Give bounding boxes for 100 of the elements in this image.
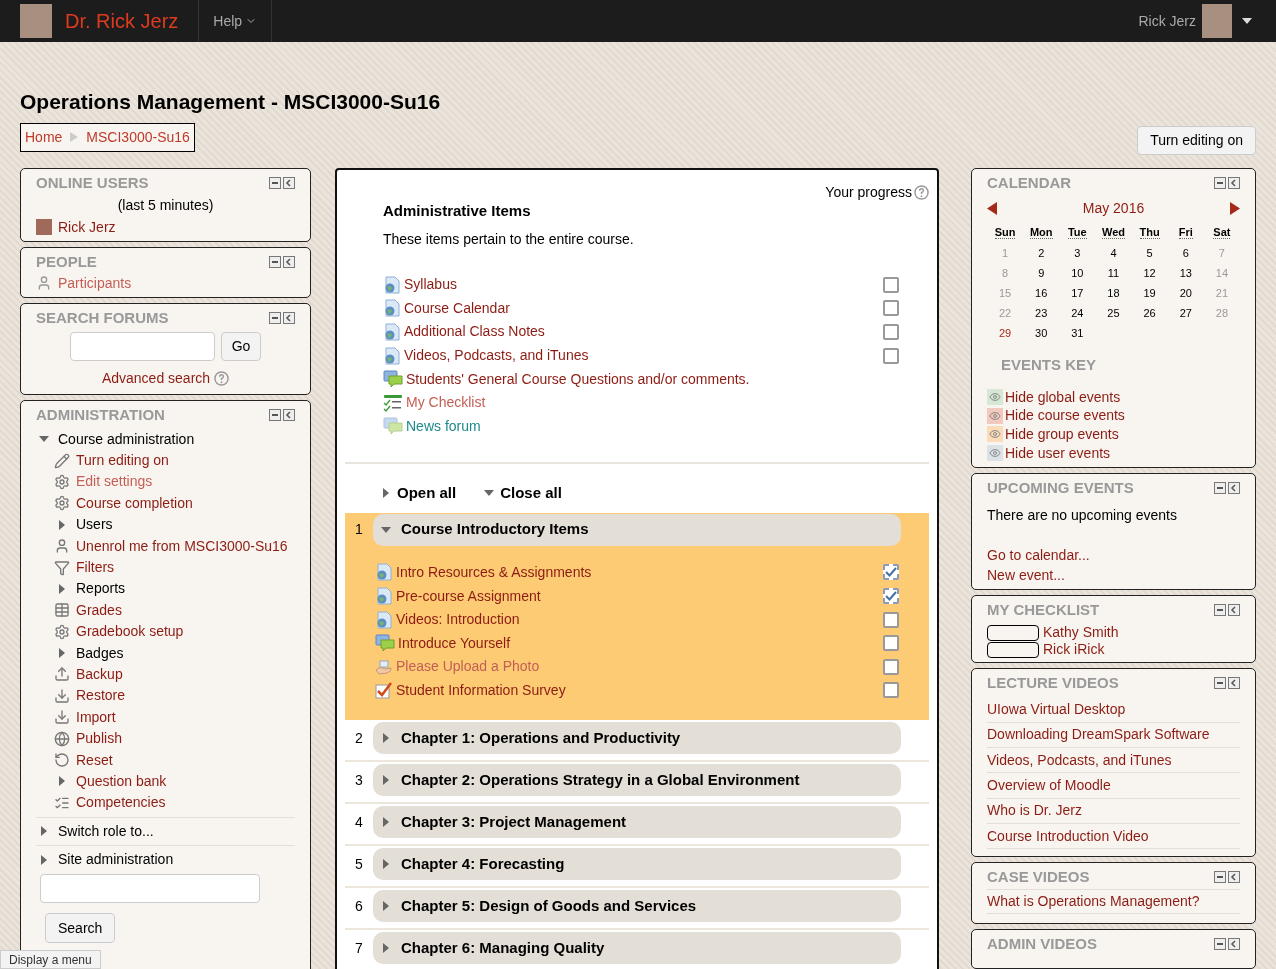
- calendar-day[interactable]: 13: [1179, 265, 1192, 282]
- dock-icon[interactable]: [1228, 871, 1240, 884]
- activity-link[interactable]: Introduce Yourself: [398, 632, 511, 654]
- video-link[interactable]: What is Operations Management?: [987, 891, 1200, 913]
- dock-icon[interactable]: [1228, 176, 1240, 189]
- dock-icon[interactable]: [1228, 938, 1240, 951]
- calendar-day[interactable]: 9: [1038, 265, 1045, 282]
- activity-link[interactable]: Student Information Survey: [396, 679, 566, 701]
- completion-checkbox[interactable]: [883, 658, 899, 675]
- admin-menu-item[interactable]: Import: [76, 706, 116, 728]
- search-forums-field[interactable]: [69, 331, 215, 361]
- help-menu[interactable]: Help: [213, 10, 258, 32]
- admin-menu-item[interactable]: Unenrol me from MSCI3000-Su16: [76, 535, 288, 557]
- admin-menu-item[interactable]: Reset: [76, 749, 113, 771]
- calendar-day[interactable]: 30: [1035, 325, 1048, 342]
- calendar-day[interactable]: 4: [1110, 245, 1117, 262]
- calendar-day[interactable]: 19: [1143, 285, 1156, 302]
- section-header[interactable]: Chapter 3: Project Management: [373, 806, 901, 839]
- admin-search-field[interactable]: [40, 874, 260, 904]
- video-link[interactable]: Course Introduction Video: [987, 825, 1149, 847]
- admin-menu-item[interactable]: Gradebook setup: [76, 621, 184, 643]
- admin-menu-item[interactable]: Course completion: [76, 492, 193, 514]
- calendar-day[interactable]: 26: [1143, 305, 1156, 322]
- calendar-day[interactable]: 29: [998, 325, 1012, 342]
- video-link[interactable]: Videos, Podcasts, and iTunes: [987, 749, 1172, 771]
- minimize-icon[interactable]: [269, 255, 281, 268]
- hide-events-link[interactable]: Hide group events: [1005, 424, 1119, 445]
- activity-link[interactable]: News forum: [406, 415, 481, 437]
- admin-menu-item[interactable]: Badges: [76, 642, 124, 664]
- next-month-icon[interactable]: [1230, 201, 1240, 215]
- minimize-icon[interactable]: [1214, 604, 1226, 617]
- admin-menu-item[interactable]: Restore: [76, 685, 126, 707]
- breadcrumb-link[interactable]: MSCI3000-Su16: [86, 126, 190, 148]
- calendar-link[interactable]: Go to calendar...: [987, 547, 1090, 564]
- dock-icon[interactable]: [1228, 677, 1240, 690]
- minimize-icon[interactable]: [269, 408, 281, 421]
- video-link[interactable]: UIowa Virtual Desktop: [987, 699, 1126, 720]
- calendar-link[interactable]: New event...: [987, 567, 1065, 584]
- caret-icon[interactable]: [381, 488, 391, 499]
- completion-checkbox[interactable]: [883, 611, 899, 628]
- help-icon[interactable]: [214, 370, 230, 386]
- calendar-day[interactable]: 24: [1071, 305, 1084, 322]
- activity-link[interactable]: Pre-course Assignment: [396, 585, 541, 607]
- search-button[interactable]: Search: [45, 913, 116, 944]
- dock-icon[interactable]: [283, 176, 295, 189]
- calendar-day[interactable]: 10: [1071, 265, 1084, 282]
- dock-icon[interactable]: [283, 311, 295, 324]
- calendar-day[interactable]: 23: [1035, 305, 1048, 322]
- calendar-day[interactable]: 31: [1071, 325, 1084, 342]
- section-header[interactable]: Chapter 6: Managing Quality: [373, 932, 901, 965]
- activity-link[interactable]: Course Calendar: [404, 297, 510, 319]
- completion-checkbox[interactable]: [883, 276, 899, 293]
- calendar-day[interactable]: 17: [1071, 285, 1084, 302]
- minimize-icon[interactable]: [1214, 871, 1226, 884]
- activity-link[interactable]: Additional Class Notes: [404, 321, 545, 343]
- section-header[interactable]: Course Introductory Items: [373, 513, 901, 546]
- admin-menu-item[interactable]: Publish: [76, 728, 122, 750]
- admin-menu-item[interactable]: Question bank: [76, 770, 167, 792]
- hide-events-link[interactable]: Hide course events: [1005, 405, 1125, 427]
- caret-icon[interactable]: [1242, 18, 1252, 24]
- admin-menu-item[interactable]: Edit settings: [76, 471, 153, 493]
- breadcrumb-link[interactable]: Home: [25, 126, 63, 148]
- calendar-day[interactable]: 2: [1038, 245, 1045, 262]
- site-name[interactable]: Dr. Rick Jerz: [65, 6, 179, 36]
- user-link[interactable]: Rick Jerz: [58, 216, 116, 238]
- admin-menu-item[interactable]: Switch role to...: [58, 820, 154, 842]
- admin-menu-item[interactable]: Course administration: [58, 428, 195, 450]
- calendar-day[interactable]: 3: [1074, 245, 1081, 262]
- calendar-day[interactable]: 16: [1035, 285, 1048, 302]
- admin-menu-item[interactable]: Competencies: [76, 792, 166, 814]
- calendar-day[interactable]: 5: [1146, 245, 1153, 262]
- user-name[interactable]: Rick Jerz: [1138, 10, 1196, 32]
- admin-menu-item[interactable]: Filters: [76, 557, 115, 579]
- activity-link[interactable]: Videos: Introduction: [396, 609, 520, 631]
- admin-menu-item[interactable]: Grades: [76, 599, 122, 621]
- advanced-search-link[interactable]: Advanced search: [101, 367, 211, 389]
- turn-editing-on-button[interactable]: Turn editing on: [1137, 125, 1256, 155]
- close-all-button[interactable]: Close all: [484, 482, 562, 505]
- completion-checkbox[interactable]: [883, 635, 899, 652]
- admin-menu-item[interactable]: Backup: [76, 664, 123, 685]
- video-link[interactable]: Who is Dr. Jerz: [987, 800, 1082, 822]
- activity-link[interactable]: Syllabus: [404, 274, 457, 296]
- video-link[interactable]: Downloading DreamSpark Software: [987, 724, 1210, 746]
- help-icon[interactable]: [914, 184, 929, 200]
- participants-link[interactable]: Participants: [58, 272, 132, 294]
- activity-link[interactable]: Intro Resources & Assignments: [396, 561, 592, 583]
- admin-menu-item[interactable]: Turn editing on: [76, 450, 169, 472]
- calendar-day[interactable]: 11: [1107, 265, 1120, 282]
- section-header[interactable]: Chapter 4: Forecasting: [373, 848, 901, 881]
- activity-link[interactable]: My Checklist: [406, 392, 486, 414]
- previous-month-icon[interactable]: [987, 201, 997, 215]
- activity-link[interactable]: Students' General Course Questions and/or comments.: [406, 368, 750, 390]
- completion-checkbox[interactable]: [883, 324, 899, 340]
- minimize-icon[interactable]: [1214, 482, 1226, 495]
- calendar-day[interactable]: 6: [1182, 245, 1189, 262]
- section-header[interactable]: Chapter 1: Operations and Productivity: [373, 722, 901, 755]
- minimize-icon[interactable]: [1214, 677, 1226, 690]
- activity-link[interactable]: Videos, Podcasts, and iTunes: [404, 345, 589, 367]
- hide-events-link[interactable]: Hide user events: [1005, 442, 1111, 464]
- admin-menu-item[interactable]: Reports: [76, 578, 126, 600]
